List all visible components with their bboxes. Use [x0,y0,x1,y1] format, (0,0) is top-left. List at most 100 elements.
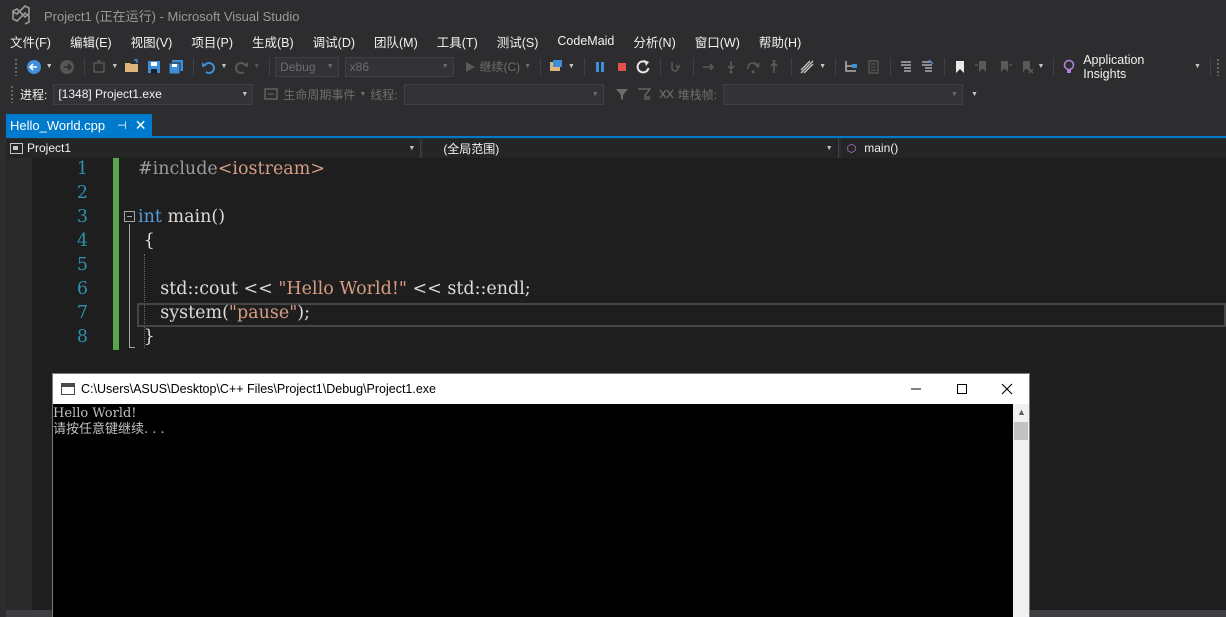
line-number: 4 [76,231,88,251]
function-icon: ⬡ [846,142,857,155]
scroll-thumb[interactable] [1014,422,1028,440]
code-line-1[interactable]: #include<iostream> [138,159,325,179]
solution-explorer-icon[interactable] [841,57,861,77]
app-insights-dropdown-icon[interactable]: ▼ [1194,63,1201,70]
menu-debug[interactable]: 调试(D) [307,32,361,51]
step-out-icon[interactable] [743,57,763,77]
member-dropdown[interactable]: ⬡ main() [840,138,1226,158]
code-token: #include [138,159,218,179]
scope-dropdown[interactable]: (全局范围) ▼ [423,138,839,158]
toggle-external-code-icon[interactable] [656,84,676,104]
lightbulb-icon[interactable] [1059,57,1079,77]
save-all-icon[interactable] [166,57,186,77]
chevron-down-icon: ▼ [408,144,416,152]
comment-lines-icon[interactable] [896,57,916,77]
thread-select[interactable]: ▼ [403,83,604,105]
menu-view[interactable]: 视图(V) [125,32,179,51]
code-line-8[interactable]: } [138,327,155,347]
open-file-icon[interactable] [122,57,142,77]
continue-icon[interactable] [460,57,480,77]
menu-build[interactable]: 生成(B) [246,32,300,51]
outline-end [129,347,135,348]
stop-debugging-icon[interactable] [612,57,632,77]
lifecycle-events-icon[interactable] [261,84,281,104]
project-dropdown[interactable]: Project1 ▼ [6,138,422,158]
close-icon[interactable]: ✕ [135,117,147,134]
attach-dropdown-icon[interactable]: ▼ [568,63,575,70]
menu-help[interactable]: 帮助(H) [753,32,807,51]
undo-icon[interactable] [199,57,219,77]
codemaid-cleanup-icon[interactable] [797,57,817,77]
code-token: <iostream> [217,159,325,179]
attach-process-icon[interactable] [546,57,566,77]
minimize-icon [911,388,921,390]
scroll-up-icon[interactable]: ▲ [1017,407,1026,417]
console-scrollbar[interactable]: ▲ [1013,404,1029,617]
solution-configuration-select[interactable]: Debug ▼ [275,56,339,77]
filter-icon[interactable] [612,84,632,104]
continue-dropdown-icon[interactable]: ▼ [524,63,531,70]
code-line-3[interactable]: int main() [138,207,225,227]
close-button[interactable] [984,374,1030,404]
navigation-bar: Project1 ▼ (全局范围) ▼ ⬡ main() [6,138,1226,158]
uncomment-lines-icon[interactable] [917,57,937,77]
new-project-icon[interactable] [90,57,110,77]
flag-threads-icon[interactable] [634,84,654,104]
toolbar-options-icon[interactable]: ▼ [1037,63,1044,70]
toolbar-grip[interactable] [1215,57,1220,76]
toolbar-grip[interactable] [10,85,14,103]
console-window[interactable]: C:\Users\ASUS\Desktop\C++ Files\Project1… [52,373,1030,617]
back-dropdown-icon[interactable]: ▼ [46,63,53,70]
indicator-margin[interactable] [6,158,32,617]
code-line-7[interactable]: system("pause"); [138,303,310,323]
menu-tools[interactable]: 工具(T) [431,32,484,51]
menu-file[interactable]: 文件(F) [4,32,57,51]
solution-platform-select[interactable]: x86 ▼ [344,56,454,77]
console-title-bar[interactable]: C:\Users\ASUS\Desktop\C++ Files\Project1… [53,374,1029,404]
project-icon [10,142,23,154]
step-up-icon[interactable] [764,57,784,77]
previous-bookmark-icon[interactable] [972,57,992,77]
properties-icon[interactable] [863,57,883,77]
break-all-icon[interactable] [590,57,610,77]
undo-dropdown-icon[interactable]: ▼ [221,63,228,70]
menu-edit[interactable]: 编辑(E) [64,32,118,51]
menu-analyze[interactable]: 分析(N) [627,32,681,51]
chevron-down-icon: ▼ [825,144,833,152]
menu-project[interactable]: 项目(P) [185,32,239,51]
menu-team[interactable]: 团队(M) [368,32,424,51]
menu-codemaid[interactable]: CodeMaid [551,34,620,48]
application-insights-button[interactable]: Application Insights [1083,53,1190,81]
lifecycle-dropdown-icon[interactable]: ▼ [359,91,366,98]
step-into-icon[interactable] [699,57,719,77]
toolbar-grip[interactable] [14,57,18,76]
process-select[interactable]: [1348] Project1.exe ▼ [53,83,254,105]
next-bookmark-icon[interactable] [994,57,1014,77]
code-line-4[interactable]: { [138,231,155,251]
tab-hello-world-cpp[interactable]: Hello_World.cpp ⊣ ✕ [6,114,152,136]
redo-dropdown-icon[interactable]: ▼ [253,63,260,70]
redo-icon[interactable] [231,57,251,77]
new-dropdown-icon[interactable]: ▼ [111,63,118,70]
collapse-icon[interactable] [124,211,135,222]
continue-button[interactable]: 继续(C) [480,58,521,75]
back-icon[interactable] [24,57,44,77]
toolbar-options-icon[interactable]: ▼ [971,91,978,98]
save-icon[interactable] [144,57,164,77]
code-line-6[interactable]: std::cout << "Hello World!" << std::endl… [138,279,530,299]
console-output[interactable]: Hello World! 请按任意键继续. . . [53,404,1014,617]
cleanup-dropdown-icon[interactable]: ▼ [819,63,826,70]
minimize-button[interactable] [893,374,939,404]
restart-icon[interactable] [633,57,653,77]
stack-frame-select[interactable]: ▼ [722,83,963,105]
menu-window[interactable]: 窗口(W) [689,32,746,51]
step-over-icon[interactable] [721,57,741,77]
bookmark-icon[interactable] [950,57,970,77]
clear-bookmarks-icon[interactable] [1016,57,1036,77]
show-next-statement-icon[interactable] [666,57,686,77]
maximize-button[interactable] [939,374,985,404]
pin-icon[interactable]: ⊣ [117,119,127,132]
forward-icon[interactable] [57,57,77,77]
lifecycle-events-button[interactable]: 生命周期事件 [283,86,355,103]
menu-test[interactable]: 测试(S) [491,32,545,51]
